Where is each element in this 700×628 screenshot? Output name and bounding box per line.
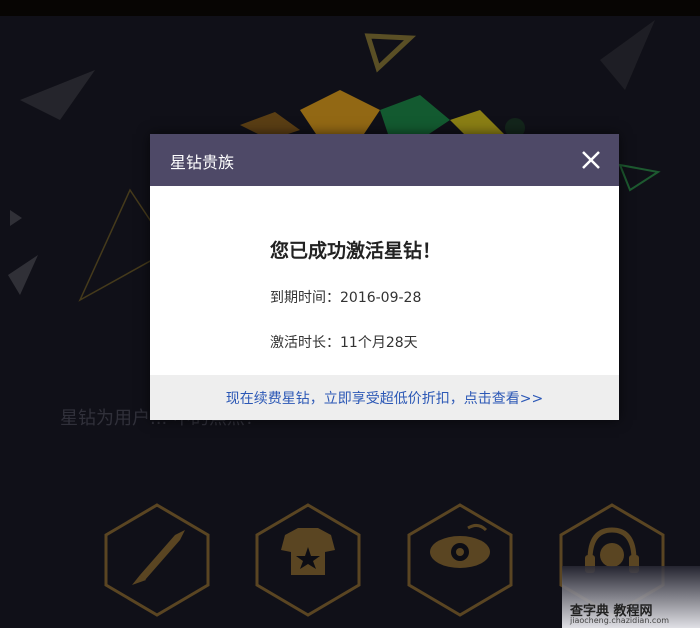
watermark-url: jiaocheng.chazidian.com: [570, 616, 670, 625]
duration-label: 激活时长：: [270, 335, 340, 351]
activation-dialog: 星钻贵族 您已成功激活星钻！ 到期时间：2016-09-28 激活时长：11个月…: [150, 134, 619, 420]
close-icon[interactable]: [579, 148, 603, 172]
expiry-row: 到期时间：2016-09-28: [270, 287, 421, 307]
dialog-header: 星钻贵族: [150, 134, 619, 186]
dialog-title: 星钻贵族: [170, 153, 235, 172]
site-watermark: 查字典 教程网 jiaocheng.chazidian.com: [562, 566, 700, 628]
renew-link[interactable]: 现在续费星钻，立即享受超低价折扣，点击查看>>: [226, 391, 543, 407]
expiry-label: 到期时间：: [270, 290, 340, 306]
dialog-body: 您已成功激活星钻！ 到期时间：2016-09-28 激活时长：11个月28天: [150, 186, 619, 375]
duration-value: 11个月28天: [340, 335, 418, 351]
success-headline: 您已成功激活星钻！: [270, 240, 442, 262]
duration-row: 激活时长：11个月28天: [270, 332, 418, 352]
dialog-footer: 现在续费星钻，立即享受超低价折扣，点击查看>>: [150, 375, 619, 420]
expiry-value: 2016-09-28: [340, 290, 422, 306]
